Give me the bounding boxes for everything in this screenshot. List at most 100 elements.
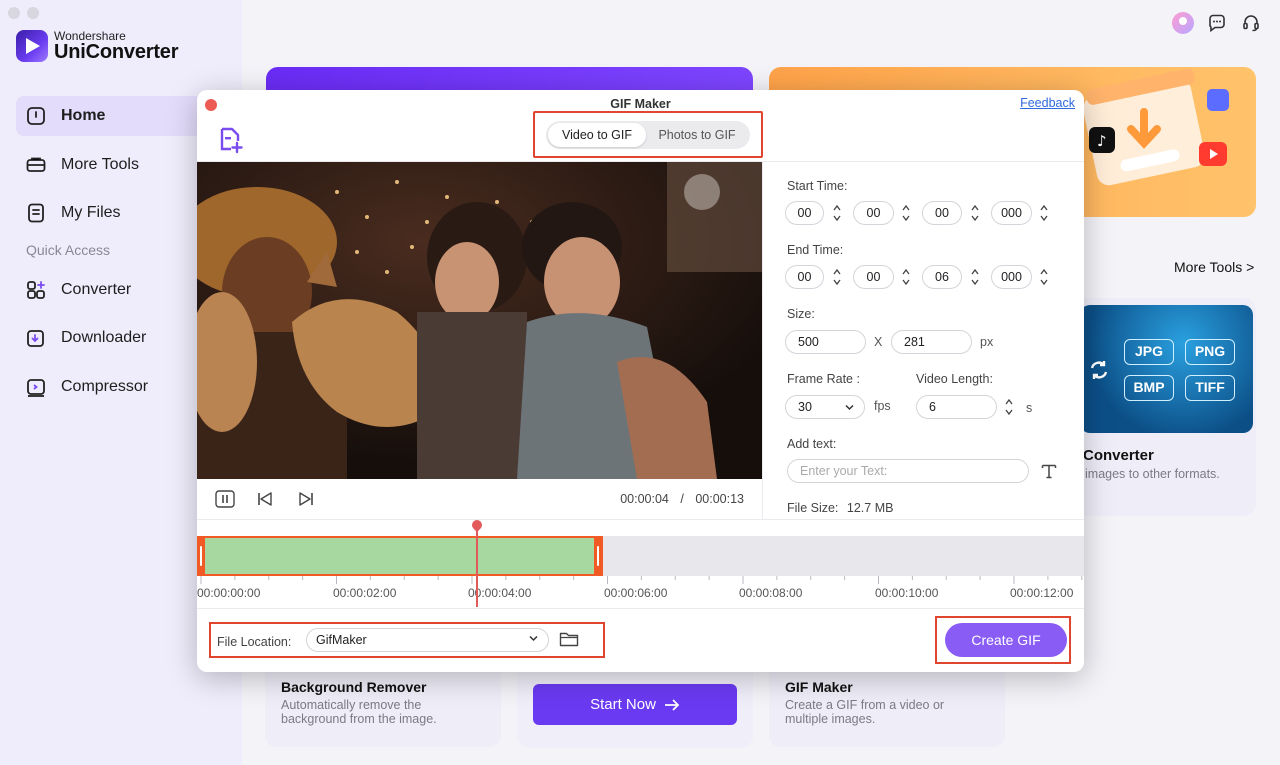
stepper-icon xyxy=(833,204,841,222)
uniconverter-logo-icon xyxy=(16,30,48,62)
file-location-select[interactable]: GifMaker xyxy=(306,628,549,652)
text-input[interactable]: Enter your Text: xyxy=(787,459,1029,483)
user-avatar[interactable] xyxy=(1172,12,1194,34)
start-hours-stepper[interactable] xyxy=(831,201,843,225)
stepper-icon xyxy=(1040,204,1048,222)
sidebar-item-converter[interactable]: Converter xyxy=(16,270,226,310)
timeline-tick-label: 00:00:02:00 xyxy=(333,586,397,600)
end-minutes-stepper[interactable] xyxy=(900,265,912,289)
current-time: 00:00:04 xyxy=(620,492,669,506)
end-ms-stepper[interactable] xyxy=(1038,265,1050,289)
timeline-start-handle[interactable] xyxy=(197,536,205,576)
gif-maker-card-desc: Create a GIF from a video or multiple im… xyxy=(785,698,945,726)
file-size-label: File Size: xyxy=(787,501,839,515)
sidebar-item-my-files[interactable]: My Files xyxy=(16,193,226,233)
end-hours-stepper[interactable] xyxy=(831,265,843,289)
quick-access-heading: Quick Access xyxy=(26,241,111,258)
start-minutes-stepper[interactable] xyxy=(900,201,912,225)
more-tools-link[interactable]: More Tools > xyxy=(1174,259,1254,275)
text-style-button[interactable] xyxy=(1040,462,1058,485)
stepper-icon xyxy=(1040,268,1048,286)
file-size-value: 12.7 MB xyxy=(846,501,894,515)
timeline-playhead[interactable] xyxy=(476,522,478,607)
sidebar-item-label: My Files xyxy=(61,204,121,221)
end-time-seconds[interactable]: 06 xyxy=(922,265,962,289)
file-size-row: File Size: 12.7 MB xyxy=(787,501,893,515)
timeline-selection[interactable] xyxy=(201,536,603,576)
player-controls: 00:00:04 / 00:00:13 xyxy=(197,479,762,519)
video-preview[interactable] xyxy=(197,162,762,479)
timeline-ruler xyxy=(200,576,1083,584)
video-length-input[interactable]: 6 xyxy=(916,395,997,419)
stepper-icon xyxy=(902,268,910,286)
size-separator: X xyxy=(874,335,883,349)
start-now-button[interactable]: Start Now xyxy=(533,684,737,725)
start-ms-stepper[interactable] xyxy=(1038,201,1050,225)
sidebar-item-home[interactable]: Home xyxy=(16,96,226,136)
skip-back-icon xyxy=(258,492,272,506)
sidebar-item-downloader[interactable]: Downloader xyxy=(16,318,226,358)
toolbox-icon xyxy=(24,153,48,177)
headset-support-icon[interactable] xyxy=(1240,12,1262,34)
sidebar-item-more-tools[interactable]: More Tools xyxy=(16,145,226,185)
next-frame-button[interactable] xyxy=(295,488,317,510)
format-badge: BMP xyxy=(1124,375,1174,401)
frame-rate-value: 30 xyxy=(798,400,812,414)
window-controls xyxy=(8,7,39,19)
timeline-end-handle[interactable] xyxy=(594,536,602,576)
start-time-minutes[interactable]: 00 xyxy=(853,201,894,225)
start-seconds-stepper[interactable] xyxy=(969,201,981,225)
feedback-link[interactable]: Feedback xyxy=(1020,96,1075,110)
file-location-label: File Location: xyxy=(217,635,292,649)
end-time-ms[interactable]: 000 xyxy=(991,265,1032,289)
playback-timecode: 00:00:04 / 00:00:13 xyxy=(620,492,744,506)
settings-divider xyxy=(762,162,763,519)
timeline-tick-label: 00:00:00:00 xyxy=(197,586,261,600)
start-time-ms[interactable]: 000 xyxy=(991,201,1032,225)
previous-frame-button[interactable] xyxy=(254,488,276,510)
tab-video-to-gif[interactable]: Video to GIF xyxy=(548,122,646,147)
downloader-icon xyxy=(24,326,48,350)
video-length-label: Video Length: xyxy=(916,372,993,386)
format-badge: PNG xyxy=(1185,339,1235,365)
app-logo: Wondershare UniConverter xyxy=(16,30,178,62)
footer-divider xyxy=(197,608,1084,609)
end-time-minutes[interactable]: 00 xyxy=(853,265,894,289)
background-remover-title: Background Remover xyxy=(281,679,427,695)
format-badge: TIFF xyxy=(1185,375,1235,401)
chat-icon[interactable] xyxy=(1206,12,1228,34)
stepper-icon xyxy=(971,204,979,222)
start-time-seconds[interactable]: 00 xyxy=(922,201,962,225)
timeline-tick-label: 00:00:10:00 xyxy=(875,586,939,600)
browse-folder-button[interactable] xyxy=(559,630,579,650)
end-seconds-stepper[interactable] xyxy=(969,265,981,289)
start-time-hours[interactable]: 00 xyxy=(785,201,824,225)
end-time-hours[interactable]: 00 xyxy=(785,265,824,289)
window-minimize-button[interactable] xyxy=(27,7,39,19)
skip-forward-icon xyxy=(299,492,313,506)
sidebar-item-compressor[interactable]: Compressor xyxy=(16,367,226,407)
file-location-value: GifMaker xyxy=(316,633,367,647)
format-badge: JPG xyxy=(1124,339,1174,365)
video-length-stepper[interactable] xyxy=(1003,395,1015,419)
mode-toggle-highlight: Video to GIF Photos to GIF xyxy=(533,111,763,158)
compressor-icon xyxy=(24,375,48,399)
add-file-button[interactable] xyxy=(217,126,245,154)
window-close-button[interactable] xyxy=(8,7,20,19)
stepper-icon xyxy=(833,268,841,286)
size-label: Size: xyxy=(787,307,815,321)
converter-card-desc: images to other formats. xyxy=(1085,467,1220,481)
playhead-marker-icon[interactable] xyxy=(469,517,485,533)
video-length-unit: s xyxy=(1026,401,1033,415)
add-text-label: Add text: xyxy=(787,437,837,451)
height-input[interactable]: 281 xyxy=(891,330,972,354)
frame-rate-label: Frame Rate : xyxy=(787,372,860,386)
frame-rate-select[interactable]: 30 xyxy=(785,395,865,419)
create-gif-button[interactable]: Create GIF xyxy=(945,623,1067,657)
width-input[interactable]: 500 xyxy=(785,330,866,354)
pause-button[interactable] xyxy=(214,488,236,510)
tab-photos-to-gif[interactable]: Photos to GIF xyxy=(646,123,748,147)
stepper-icon xyxy=(902,204,910,222)
sidebar-item-label: Downloader xyxy=(61,329,147,346)
timeline-divider xyxy=(197,519,1084,520)
